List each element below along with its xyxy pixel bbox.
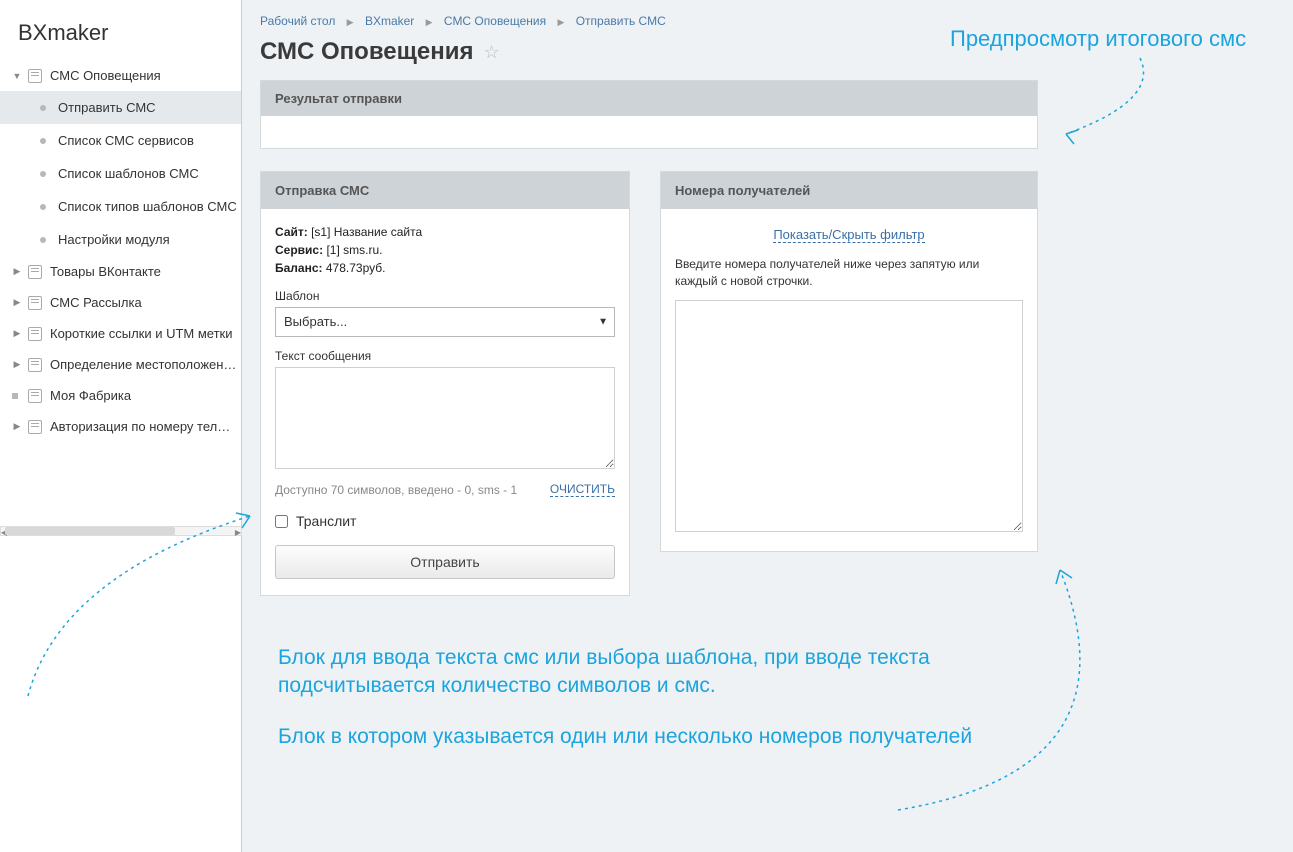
- dot-icon: [40, 138, 46, 144]
- chevron-right-icon: ▶: [12, 422, 22, 432]
- chevron-right-icon: ▶: [12, 298, 22, 308]
- send-sms-header: Отправка СМС: [261, 172, 629, 209]
- char-counter: Доступно 70 символов, введено - 0, sms -…: [275, 483, 517, 497]
- sidebar-child-sms-template-types[interactable]: Список типов шаблонов СМС: [0, 190, 241, 223]
- doc-icon: [28, 358, 42, 372]
- chevron-right-icon: ▶: [557, 17, 564, 27]
- breadcrumb-link[interactable]: Рабочий стол: [260, 14, 335, 28]
- send-sms-panel: Отправка СМС Сайт: [s1] Название сайта С…: [260, 171, 630, 596]
- breadcrumb-link[interactable]: СМС Оповещения: [444, 14, 546, 28]
- sidebar-child-label: Список СМС сервисов: [58, 133, 194, 148]
- breadcrumb-link[interactable]: BXmaker: [365, 14, 414, 28]
- message-label: Текст сообщения: [275, 349, 615, 363]
- annotation-line: Блок в котором указывается один или неск…: [278, 723, 1018, 751]
- sidebar-child-sms-services[interactable]: Список СМС сервисов: [0, 124, 241, 157]
- annotation-description: Блок для ввода текста смс или выбора шаб…: [278, 644, 1018, 751]
- dot-icon: [40, 105, 46, 111]
- balance-line: Баланс: 478.73руб.: [275, 259, 615, 277]
- sidebar-item-sms-mailing[interactable]: ▶ СМС Рассылка: [0, 287, 241, 318]
- sidebar-horizontal-scrollbar[interactable]: ◀ ▶: [0, 526, 242, 538]
- chevron-right-icon: ▶: [12, 329, 22, 339]
- doc-icon: [28, 265, 42, 279]
- doc-icon: [28, 69, 42, 83]
- sidebar-child-label: Отправить СМС: [58, 100, 156, 115]
- sidebar-item-label: Товары ВКонтакте: [50, 264, 161, 279]
- scroll-thumb[interactable]: [5, 527, 175, 535]
- content-row: Отправка СМС Сайт: [s1] Название сайта С…: [260, 171, 1275, 596]
- clear-link[interactable]: ОЧИСТИТЬ: [550, 482, 615, 497]
- submit-button[interactable]: Отправить: [275, 545, 615, 579]
- sidebar-item-label: СМС Рассылка: [50, 295, 142, 310]
- chevron-right-icon: ▶: [347, 17, 354, 27]
- filter-toggle-link[interactable]: Показать/Скрыть фильтр: [773, 227, 924, 243]
- template-select[interactable]: Выбрать... ▼: [275, 307, 615, 337]
- sidebar-item-label: СМС Оповещения: [50, 68, 161, 83]
- doc-icon: [28, 296, 42, 310]
- sidebar-item-my-factory[interactable]: Моя Фабрика: [0, 380, 241, 411]
- star-icon[interactable]: ☆: [483, 42, 499, 63]
- sidebar-item-label: Моя Фабрика: [50, 388, 131, 403]
- sidebar-child-label: Список типов шаблонов СМС: [58, 199, 237, 214]
- dot-icon: [40, 171, 46, 177]
- sidebar-item-label: Определение местоположения: [50, 357, 237, 372]
- bullet-icon: [12, 393, 18, 399]
- sidebar-item-geolocation[interactable]: ▶ Определение местоположения: [0, 349, 241, 380]
- chevron-right-icon: ▶: [426, 17, 433, 27]
- caret-down-icon: ▼: [598, 317, 608, 328]
- sidebar-item-phone-auth[interactable]: ▶ Авторизация по номеру телефона: [0, 411, 241, 442]
- sidebar-child-send-sms[interactable]: Отправить СМС: [0, 91, 241, 124]
- translit-label[interactable]: Транслит: [296, 513, 356, 529]
- sidebar-item-sms-notify[interactable]: ▼ СМС Оповещения: [0, 60, 241, 91]
- template-select-value: Выбрать...: [284, 314, 347, 329]
- recipients-header: Номера получателей: [661, 172, 1037, 209]
- sidebar-logo: BXmaker: [0, 0, 241, 60]
- sidebar-child-label: Настройки модуля: [58, 232, 170, 247]
- result-panel: Результат отправки: [260, 80, 1038, 149]
- doc-icon: [28, 327, 42, 341]
- doc-icon: [28, 420, 42, 434]
- sidebar-item-label: Авторизация по номеру телефона: [50, 419, 237, 434]
- translit-checkbox[interactable]: [275, 515, 288, 528]
- dot-icon: [40, 237, 46, 243]
- sidebar: BXmaker ▼ СМС Оповещения Отправить СМС С…: [0, 0, 242, 852]
- doc-icon: [28, 389, 42, 403]
- sidebar-item-vk-goods[interactable]: ▶ Товары ВКонтакте: [0, 256, 241, 287]
- annotation-line: Блок для ввода текста смс или выбора шаб…: [278, 644, 1018, 701]
- result-panel-body: [261, 116, 1037, 148]
- sidebar-child-sms-templates[interactable]: Список шаблонов СМС: [0, 157, 241, 190]
- chevron-right-icon: ▶: [12, 267, 22, 277]
- dot-icon: [40, 204, 46, 210]
- sidebar-child-module-settings[interactable]: Настройки модуля: [0, 223, 241, 256]
- sidebar-item-short-links[interactable]: ▶ Короткие ссылки и UTM метки: [0, 318, 241, 349]
- chevron-down-icon: ▼: [12, 71, 22, 81]
- breadcrumb-link[interactable]: Отправить СМС: [576, 14, 666, 28]
- recipients-panel: Номера получателей Показать/Скрыть фильт…: [660, 171, 1038, 552]
- message-textarea[interactable]: [275, 367, 615, 469]
- site-line: Сайт: [s1] Название сайта: [275, 223, 615, 241]
- sidebar-item-label: Короткие ссылки и UTM метки: [50, 326, 233, 341]
- chevron-right-icon: ▶: [12, 360, 22, 370]
- service-line: Сервис: [1] sms.ru.: [275, 241, 615, 259]
- result-panel-header: Результат отправки: [261, 81, 1037, 116]
- template-label: Шаблон: [275, 289, 615, 303]
- recipients-textarea[interactable]: [675, 300, 1023, 532]
- sidebar-child-label: Список шаблонов СМС: [58, 166, 199, 181]
- page-title: СМС Оповещения: [260, 38, 473, 66]
- recipients-help-text: Введите номера получателей ниже через за…: [675, 256, 1023, 290]
- annotation-preview: Предпросмотр итогового смс: [950, 24, 1290, 54]
